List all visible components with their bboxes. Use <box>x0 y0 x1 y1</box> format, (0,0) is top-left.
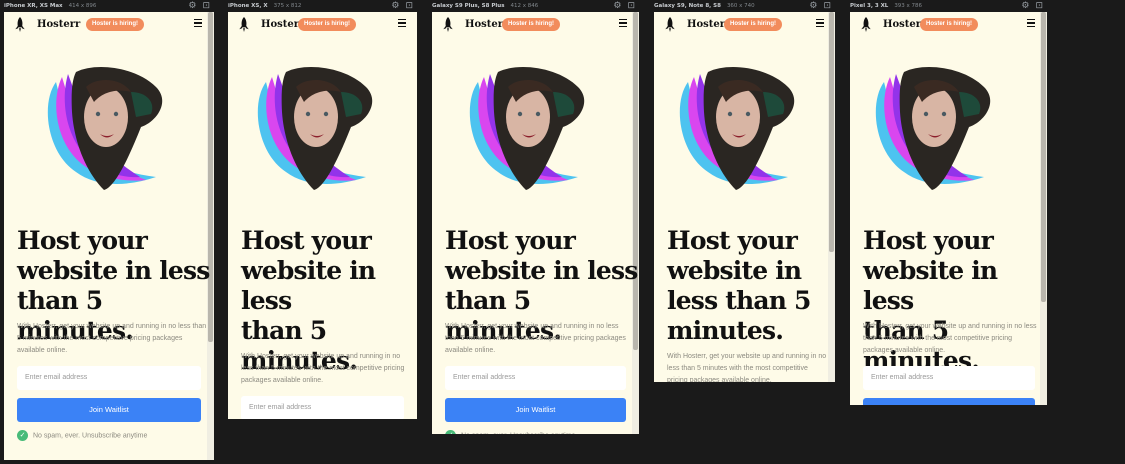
device-frame: iPhone XS, X 375 x 812 ⚙ ⊡ Hosterr Hoster … <box>228 0 417 464</box>
device-name: Pixel 3, 3 XL <box>850 3 889 9</box>
navbar: Hosterr Hoster is hiring! <box>850 12 1040 38</box>
hiring-badge[interactable]: Hoster is hiring! <box>502 18 561 31</box>
device-size: 412 x 846 <box>510 3 539 9</box>
hiring-badge[interactable]: Hoster is hiring! <box>920 18 979 31</box>
email-input[interactable]: Enter email address <box>17 366 201 390</box>
hero-description: With Hosterr, get your website up and ru… <box>667 353 827 382</box>
hiring-badge[interactable]: Hoster is hiring! <box>298 18 357 31</box>
screenshot-icon[interactable]: ⊡ <box>1035 1 1043 11</box>
hero-description: With Hosterr, get your website up and ru… <box>17 323 207 354</box>
join-waitlist-button[interactable]: Join Waitlist <box>445 398 626 422</box>
no-spam-note: ✓No spam, ever. Unsubscribe anytime <box>17 430 147 442</box>
rocket-icon[interactable] <box>664 17 676 32</box>
hamburger-icon[interactable] <box>1027 19 1035 28</box>
device-size: 393 x 786 <box>894 3 923 9</box>
email-input[interactable]: Enter email address <box>445 366 626 390</box>
settings-icon[interactable]: ⚙ <box>188 1 196 11</box>
hero-description: With Hosterr, get your website up and ru… <box>241 353 405 384</box>
navbar: Hosterr Hoster is hiring! <box>228 12 417 38</box>
device-frame: Galaxy S9, Note 8, S8 360 x 740 ⚙ ⊡ Hoster… <box>654 0 835 464</box>
device-size: 360 x 740 <box>726 3 755 9</box>
device-screen: Hosterr Hoster is hiring! Host your webs… <box>228 12 417 419</box>
hero-headline: Host your website in less than 5 minutes… <box>667 226 811 345</box>
device-size: 375 x 812 <box>273 3 302 9</box>
no-spam-note: ✓No spam, ever. Unsubscribe anytime <box>445 430 575 434</box>
hero-description: With Hosterr, get your website up and ru… <box>445 323 626 354</box>
scrollbar[interactable] <box>828 12 835 382</box>
device-name: Galaxy S9, Note 8, S8 <box>654 3 721 9</box>
hamburger-icon[interactable] <box>619 19 627 28</box>
rocket-icon[interactable] <box>14 17 26 32</box>
hero-image <box>875 67 991 190</box>
rocket-icon[interactable] <box>442 17 454 32</box>
screenshot-icon[interactable]: ⊡ <box>405 1 413 11</box>
navbar: Hosterr Hoster is hiring! <box>654 12 828 38</box>
device-name: iPhone XS, X <box>228 3 268 9</box>
device-frame: Pixel 3, 3 XL 393 x 786 ⚙ ⊡ Hosterr Hoster… <box>850 0 1047 464</box>
hamburger-icon[interactable] <box>194 19 202 28</box>
navbar: Hosterr Hoster is hiring! <box>4 12 207 38</box>
join-waitlist-button[interactable]: Join Waitlist <box>17 398 201 422</box>
device-screen: Hosterr Hoster is hiring! Host your webs… <box>4 12 214 460</box>
settings-icon[interactable]: ⚙ <box>809 1 817 11</box>
device-frame: iPhone XR, XS Max 414 x 896 ⚙ ⊡ Hosterr Ho… <box>4 0 214 464</box>
device-screen: Hosterr Hoster is hiring! Host your webs… <box>432 12 639 434</box>
settings-icon[interactable]: ⚙ <box>391 1 399 11</box>
brand-name[interactable]: Hosterr <box>37 19 80 30</box>
navbar: Hosterr Hoster is hiring! <box>432 12 632 38</box>
device-size: 414 x 896 <box>68 3 97 9</box>
rocket-icon[interactable] <box>238 17 250 32</box>
email-input[interactable]: Enter email address <box>863 366 1035 390</box>
hero-image <box>47 67 163 190</box>
hamburger-icon[interactable] <box>398 19 406 28</box>
hiring-badge[interactable]: Hoster is hiring! <box>86 18 145 31</box>
hiring-badge[interactable]: Hoster is hiring! <box>724 18 783 31</box>
email-input[interactable]: Enter email address <box>241 396 404 419</box>
settings-icon[interactable]: ⚙ <box>1021 1 1029 11</box>
hero-description: With Hosterr, get your website up and ru… <box>863 323 1037 354</box>
device-screen: Hosterr Hoster is hiring! Host your webs… <box>654 12 835 382</box>
device-screen: Hosterr Hoster is hiring! Host your webs… <box>850 12 1047 405</box>
hero-image <box>679 67 795 190</box>
scrollbar[interactable] <box>632 12 639 434</box>
join-waitlist-button[interactable]: Join Waitlist <box>863 398 1035 405</box>
device-name: iPhone XR, XS Max <box>4 3 63 9</box>
hamburger-icon[interactable] <box>816 19 824 28</box>
device-name: Galaxy S9 Plus, S8 Plus <box>432 3 505 9</box>
settings-icon[interactable]: ⚙ <box>613 1 621 11</box>
rocket-icon[interactable] <box>860 17 872 32</box>
device-frame: Galaxy S9 Plus, S8 Plus 412 x 846 ⚙ ⊡ Host… <box>432 0 639 464</box>
hero-image <box>257 67 373 190</box>
screenshot-icon[interactable]: ⊡ <box>627 1 635 11</box>
check-icon: ✓ <box>445 430 456 434</box>
screenshot-icon[interactable]: ⊡ <box>823 1 831 11</box>
screenshot-icon[interactable]: ⊡ <box>202 1 210 11</box>
check-icon: ✓ <box>17 430 28 441</box>
hero-image <box>469 67 585 190</box>
